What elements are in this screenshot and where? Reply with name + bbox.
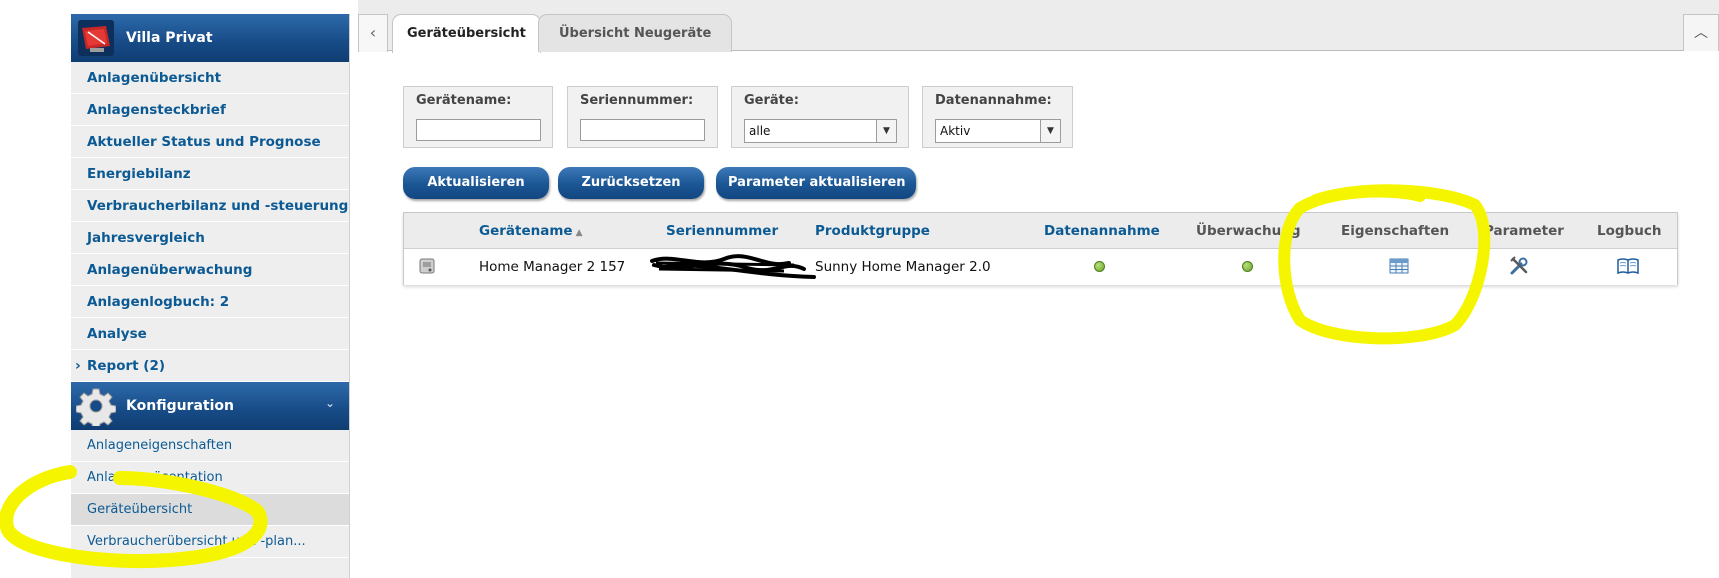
sidebar: Villa Privat Anlagenübersicht Anlagenste… <box>71 14 350 578</box>
devices-select-value: alle <box>749 124 771 138</box>
chevron-down-icon: ⌄ <box>324 396 335 410</box>
filter-data-acceptance: Datenannahme: Aktiv ▼ <box>922 86 1073 148</box>
reset-button[interactable]: Zurücksetzen <box>558 167 704 199</box>
filter-label-data-acceptance: Datenannahme: <box>935 93 1052 108</box>
gear-icon <box>76 388 116 426</box>
filter-devices: Geräte: alle ▼ <box>731 86 909 148</box>
site-title: Villa Privat <box>126 30 213 46</box>
tab-bar: ‹ Geräteübersicht Übersicht Neugeräte ︿ <box>358 0 1719 53</box>
tools-icon[interactable] <box>1509 256 1529 276</box>
filter-label-devices: Geräte: <box>744 93 799 108</box>
filter-label-device-name: Gerätename: <box>416 93 512 108</box>
nav-item-report[interactable]: › Report (2) <box>71 350 349 382</box>
device-name-input[interactable] <box>416 119 541 141</box>
nav-item-analyse[interactable]: Analyse <box>71 318 349 350</box>
chevron-left-icon: ‹ <box>369 23 377 42</box>
status-dot-monitoring <box>1242 261 1253 272</box>
filter-serial-number: Seriennummer: <box>567 86 718 148</box>
chevron-up-icon: ︿ <box>1694 25 1708 41</box>
device-table: Gerätename ▲ Seriennummer Produktgruppe D… <box>403 212 1678 285</box>
serial-number-input[interactable] <box>580 119 705 141</box>
sub-item-verbraucheruebersicht[interactable]: Verbraucherübersicht und -plan... <box>71 526 349 558</box>
book-icon[interactable] <box>1617 257 1639 275</box>
col-header-logbook: Logbuch <box>1597 223 1662 239</box>
tab-uebersicht-neugeraete[interactable]: Übersicht Neugeräte <box>538 14 733 52</box>
sort-ascending-icon: ▲ <box>575 228 583 238</box>
col-header-monitoring: Überwachung <box>1196 223 1301 239</box>
status-dot-data-acceptance <box>1094 261 1105 272</box>
filter-label-serial-number: Seriennummer: <box>580 93 694 108</box>
plant-logo-icon <box>78 20 114 56</box>
nav-item-energiebilanz[interactable]: Energiebilanz <box>71 158 349 190</box>
device-icon <box>419 258 435 274</box>
table-header: Gerätename ▲ Seriennummer Produktgruppe D… <box>404 213 1677 249</box>
data-acceptance-select-value: Aktiv <box>940 124 971 138</box>
nav-item-anlagensteckbrief[interactable]: Anlagensteckbrief <box>71 94 349 126</box>
site-header[interactable]: Villa Privat <box>71 14 349 62</box>
cell-product-group: Sunny Home Manager 2.0 <box>815 259 991 275</box>
col-header-product-group[interactable]: Produktgruppe <box>815 223 930 239</box>
table-row: Home Manager 2 157 Sunny Home Manager 2.… <box>404 249 1677 285</box>
refresh-button[interactable]: Aktualisieren <box>403 167 549 199</box>
nav-item-anlagenlogbuch[interactable]: Anlagenlogbuch: 2 <box>71 286 349 318</box>
nav-item-status-prognose[interactable]: Aktueller Status und Prognose <box>71 126 349 158</box>
cell-device-name: Home Manager 2 157 <box>479 259 626 275</box>
nav-item-anlagenueberwachung[interactable]: Anlagenüberwachung <box>71 254 349 286</box>
nav-item-verbraucherbilanz[interactable]: Verbraucherbilanz und -steuerung <box>71 190 349 222</box>
chevron-down-icon: ▼ <box>876 120 896 142</box>
collapse-button[interactable]: ︿ <box>1683 14 1719 51</box>
update-parameters-button[interactable]: Parameter aktualisieren <box>716 167 916 199</box>
tab-scroll-left-button[interactable]: ‹ <box>358 14 388 52</box>
filter-device-name: Gerätename: <box>403 86 553 148</box>
chevron-down-icon: ▼ <box>1040 120 1060 142</box>
sub-item-anlageneigenschaften[interactable]: Anlageneigenschaften <box>71 430 349 462</box>
nav-item-anlagenuebersicht[interactable]: Anlagenübersicht <box>71 62 349 94</box>
redacted-serial-scribble <box>650 254 816 279</box>
col-header-properties: Eigenschaften <box>1341 223 1450 239</box>
col-header-name[interactable]: Gerätename ▲ <box>479 223 582 239</box>
col-header-data-acceptance[interactable]: Datenannahme <box>1044 223 1160 239</box>
chevron-right-icon: › <box>75 358 81 374</box>
config-section-title: Konfiguration <box>126 398 234 414</box>
devices-select[interactable]: alle ▼ <box>744 119 897 143</box>
config-section-header[interactable]: Konfiguration ⌄ <box>71 382 349 430</box>
tab-geraeteuebersicht[interactable]: Geräteübersicht <box>392 14 541 53</box>
sub-item-anlagenpraesentation[interactable]: Anlagenpräsentation <box>71 462 349 494</box>
data-acceptance-select[interactable]: Aktiv ▼ <box>935 119 1061 143</box>
nav-item-jahresvergleich[interactable]: Jahresvergleich <box>71 222 349 254</box>
col-header-parameters: Parameter <box>1484 223 1564 239</box>
table-icon[interactable] <box>1389 258 1409 274</box>
sub-item-geraeteuebersicht[interactable]: Geräteübersicht <box>71 494 349 526</box>
col-header-serial[interactable]: Seriennummer <box>666 223 778 239</box>
